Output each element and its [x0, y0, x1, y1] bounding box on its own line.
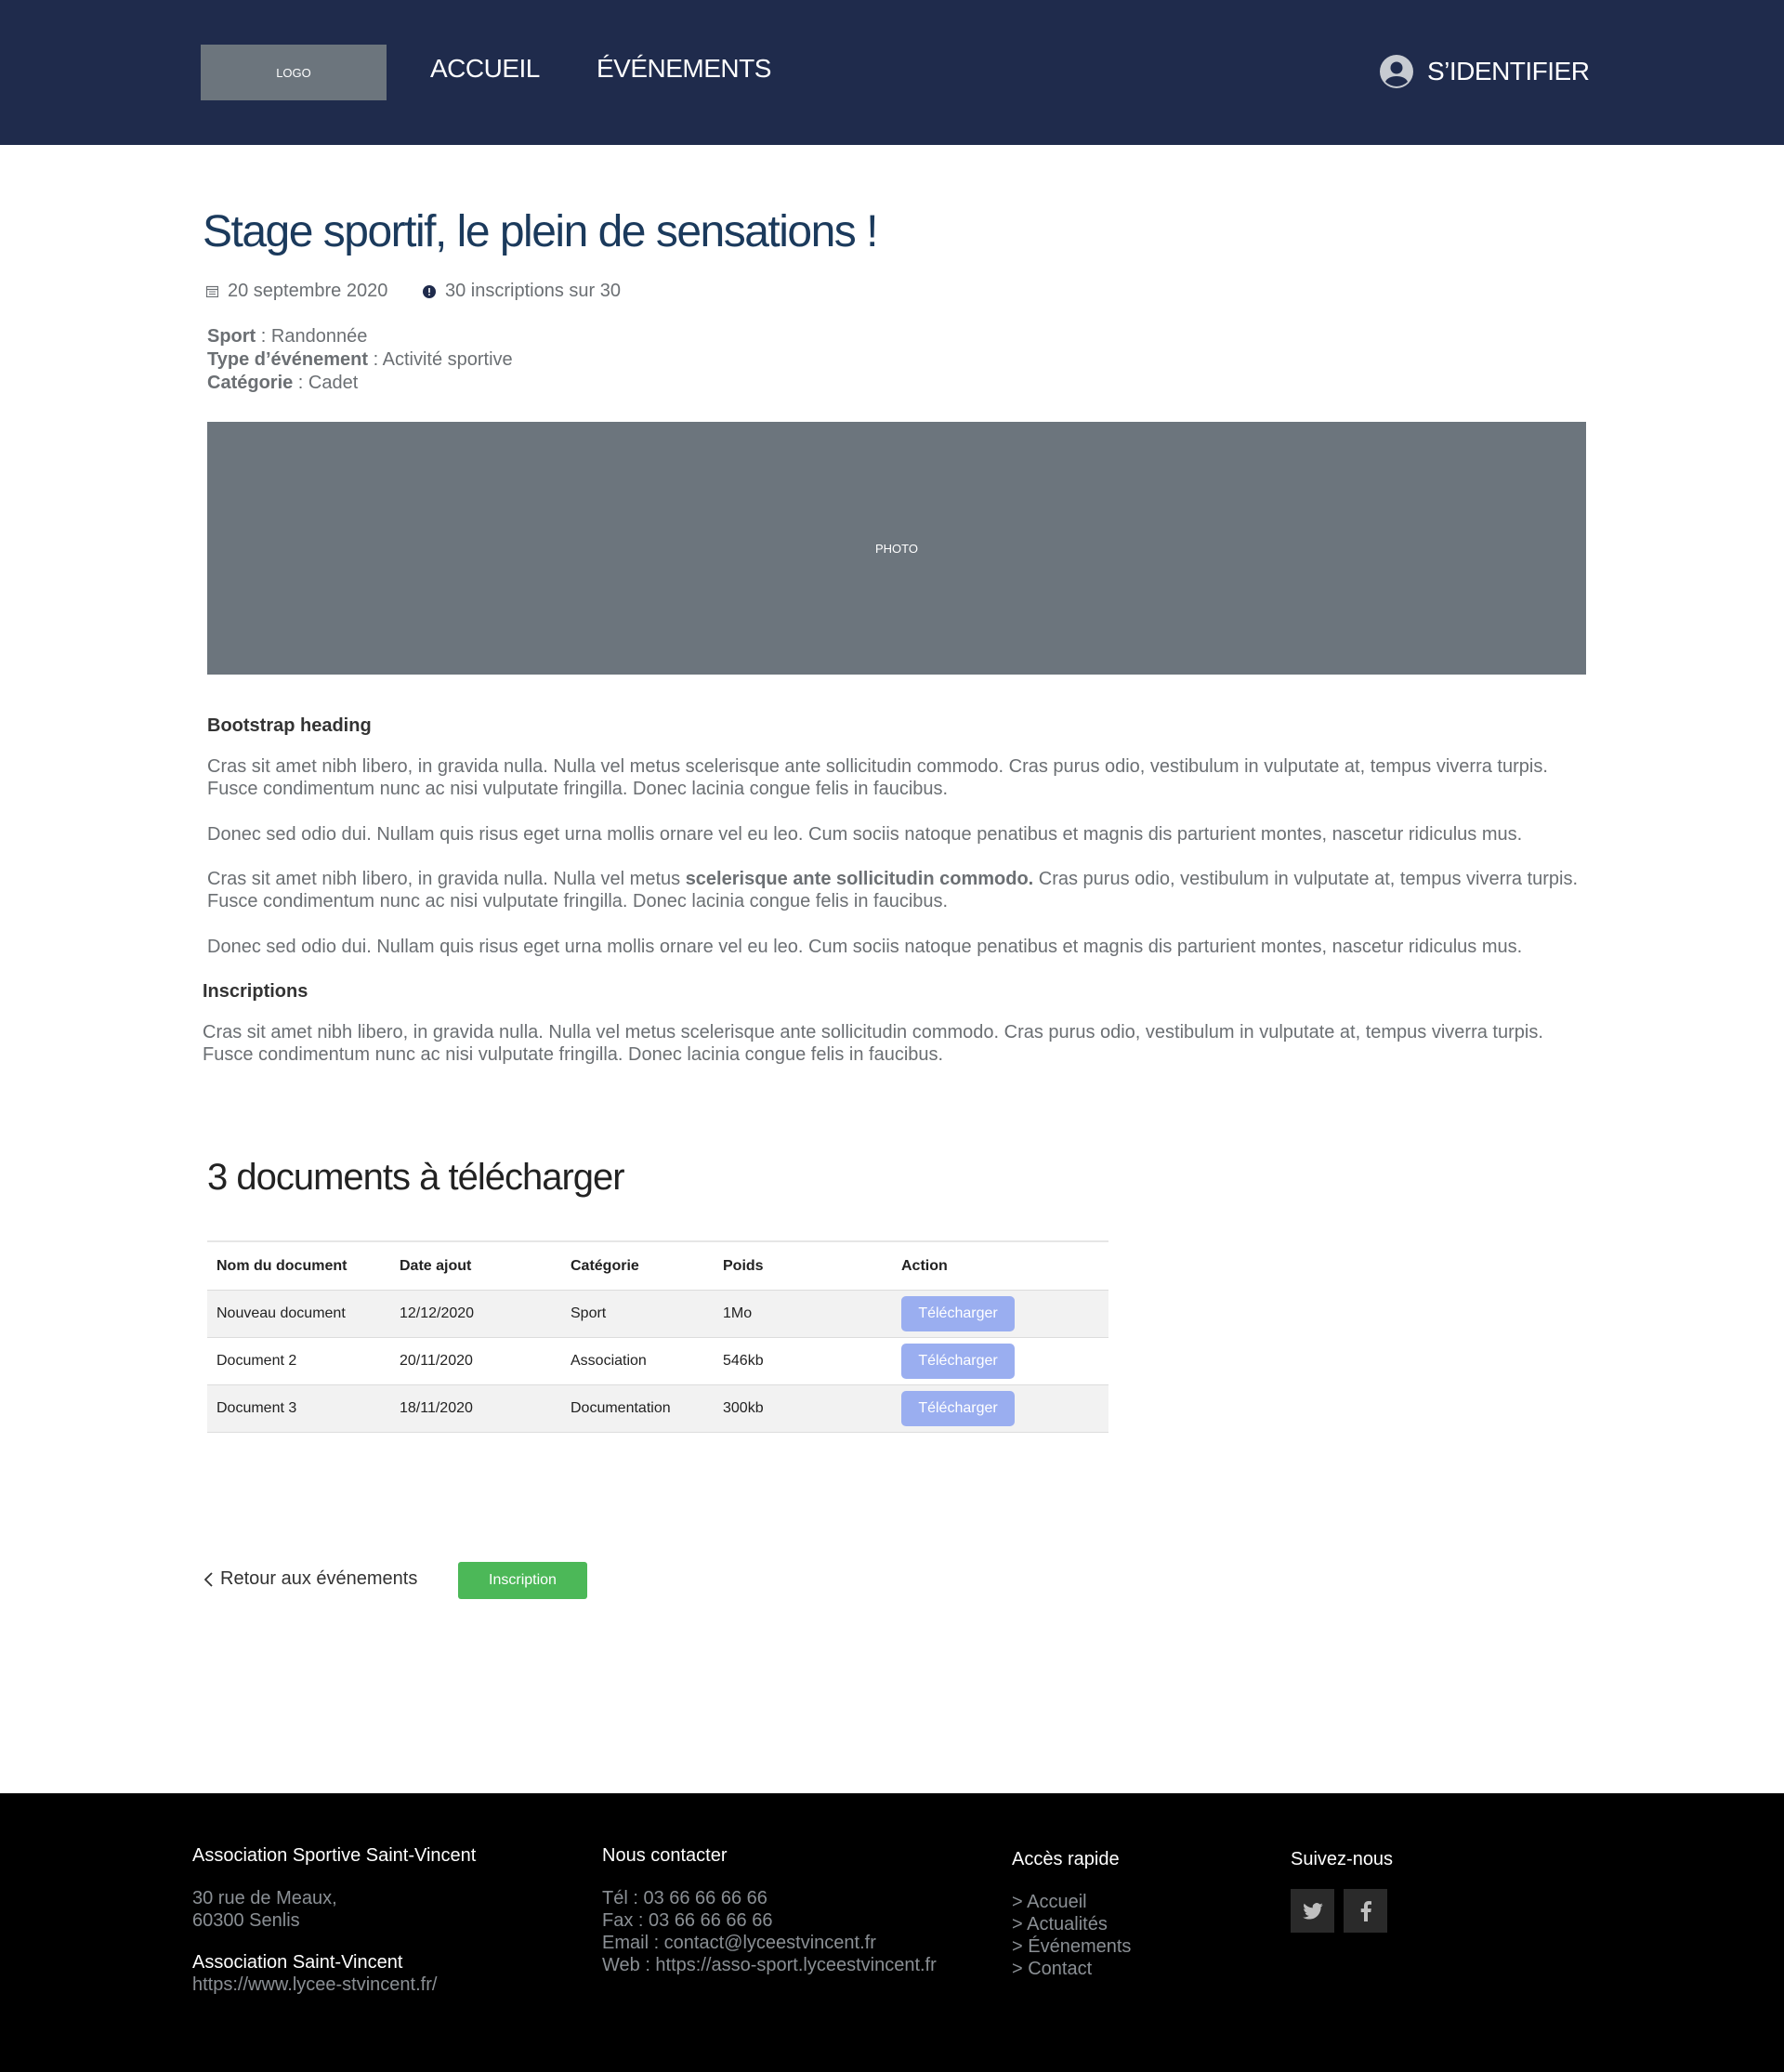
paragraph-5: Cras sit amet nibh libero, in gravida nu… — [203, 1022, 1543, 1065]
login-label: S’IDENTIFIER — [1427, 57, 1590, 85]
paragraph-4: Donec sed odio dui. Nullam quis risus eg… — [207, 937, 1523, 957]
col-header-category: Catégorie — [561, 1240, 714, 1291]
attr-sport-value: : Randonnée — [256, 326, 368, 347]
inscription-button[interactable]: Inscription — [458, 1562, 587, 1599]
attr-categorie: Catégorie : Cadet — [207, 372, 513, 395]
footer-contact: Nous contacter Tél : 03 66 66 66 66 Fax … — [602, 1845, 937, 1976]
attr-sport: Sport : Randonnée — [207, 325, 513, 348]
doc-date: 18/11/2020 — [390, 1384, 561, 1433]
footer-quick-title: Accès rapide — [1012, 1849, 1120, 1869]
footer-quick-access: Accès rapide > Accueil > Actualités > Év… — [1012, 1849, 1131, 1980]
doc-size: 300kb — [714, 1384, 892, 1433]
footer-link-accueil[interactable]: > Accueil — [1012, 1891, 1131, 1913]
event-attributes: Sport : Randonnée Type d’événement : Act… — [207, 325, 513, 395]
doc-date: 20/11/2020 — [390, 1337, 561, 1385]
documents-table: Nom du document Date ajout Catégorie Poi… — [207, 1240, 1108, 1433]
doc-size: 546kb — [714, 1337, 892, 1385]
twitter-button[interactable] — [1291, 1889, 1334, 1933]
site-footer: Association Sportive Saint-Vincent 30 ru… — [0, 1793, 1784, 2072]
footer-email[interactable]: Email : contact@lyceestvincent.fr — [602, 1932, 937, 1954]
footer-fax: Fax : 03 66 66 66 66 — [602, 1910, 773, 1931]
paragraph-3: Cras sit amet nibh libero, in gravida nu… — [207, 868, 1601, 912]
footer-association: Association Sportive Saint-Vincent 30 ru… — [192, 1845, 476, 1996]
paragraph-2: Donec sed odio dui. Nullam quis risus eg… — [207, 824, 1523, 845]
doc-name: Document 3 — [207, 1384, 390, 1433]
footer-tel: Tél : 03 66 66 66 66 — [602, 1888, 767, 1908]
facebook-icon — [1360, 1900, 1371, 1921]
table-row: Document 3 18/11/2020 Documentation 300k… — [207, 1384, 1108, 1433]
doc-name: Nouveau document — [207, 1290, 390, 1338]
nav-evenements[interactable]: ÉVÉNEMENTS — [597, 54, 771, 84]
calendar-icon — [206, 285, 218, 297]
nav-accueil[interactable]: ACCUEIL — [430, 54, 540, 84]
doc-date: 12/12/2020 — [390, 1290, 561, 1338]
col-header-action: Action — [892, 1240, 1108, 1291]
download-button[interactable]: Télécharger — [901, 1391, 1015, 1426]
footer-link-actualites[interactable]: > Actualités — [1012, 1913, 1131, 1935]
chevron-left-icon — [204, 1571, 213, 1587]
footer-link-evenements[interactable]: > Événements — [1012, 1935, 1131, 1958]
footer-link-contact[interactable]: > Contact — [1012, 1958, 1131, 1980]
attr-type-value: : Activité sportive — [368, 349, 513, 370]
user-circle-icon — [1380, 55, 1413, 88]
col-header-date: Date ajout — [390, 1240, 561, 1291]
attr-categorie-value: : Cadet — [293, 373, 359, 393]
content-heading: Bootstrap heading — [207, 715, 372, 736]
table-header-row: Nom du document Date ajout Catégorie Poi… — [207, 1240, 1108, 1291]
download-button[interactable]: Télécharger — [901, 1344, 1015, 1379]
col-header-name: Nom du document — [207, 1240, 390, 1291]
doc-action-cell: Télécharger — [892, 1290, 1108, 1338]
doc-name: Document 2 — [207, 1337, 390, 1385]
doc-action-cell: Télécharger — [892, 1384, 1108, 1433]
paragraph-3-bold: scelerisque ante sollicitudin commodo. — [685, 869, 1034, 889]
doc-category: Documentation — [561, 1384, 714, 1433]
footer-association-name: Association Saint-Vincent — [192, 1952, 403, 1973]
footer-association-url[interactable]: https://www.lycee-stvincent.fr/ — [192, 1974, 476, 1996]
twitter-icon — [1302, 1902, 1323, 1920]
back-link-label: Retour aux événements — [220, 1568, 418, 1589]
page-title: Stage sportif, le plein de sensations ! — [203, 207, 878, 256]
paragraph-1: Cras sit amet nibh libero, in gravida nu… — [207, 756, 1548, 799]
site-header: LOGO ACCUEIL ÉVÉNEMENTS S’IDENTIFIER — [0, 0, 1784, 145]
attr-categorie-label: Catégorie — [207, 373, 294, 393]
footer-contact-title: Nous contacter — [602, 1845, 728, 1866]
social-buttons — [1291, 1889, 1393, 1933]
facebook-button[interactable] — [1344, 1889, 1387, 1933]
event-inscriptions: 30 inscriptions sur 30 — [423, 281, 621, 302]
paragraph-3-start: Cras sit amet nibh libero, in gravida nu… — [207, 869, 686, 889]
login-button[interactable]: S’IDENTIFIER — [1379, 54, 1590, 89]
event-inscriptions-text: 30 inscriptions sur 30 — [445, 281, 621, 301]
footer-address-line2: 60300 Senlis — [192, 1910, 300, 1931]
documents-title: 3 documents à télécharger — [207, 1157, 625, 1198]
event-date-text: 20 septembre 2020 — [228, 281, 388, 301]
footer-address-line1: 30 rue de Meaux, — [192, 1888, 337, 1908]
attr-sport-label: Sport — [207, 326, 256, 347]
event-photo: PHOTO — [207, 422, 1586, 675]
info-icon — [423, 284, 436, 298]
logo[interactable]: LOGO — [201, 45, 387, 100]
footer-social: Suivez-nous — [1291, 1849, 1393, 1933]
table-row: Document 2 20/11/2020 Association 546kb … — [207, 1337, 1108, 1385]
doc-size: 1Mo — [714, 1290, 892, 1338]
footer-web[interactable]: Web : https://asso-sport.lyceestvincent.… — [602, 1954, 937, 1976]
doc-category: Sport — [561, 1290, 714, 1338]
doc-category: Association — [561, 1337, 714, 1385]
footer-association-title: Association Sportive Saint-Vincent — [192, 1845, 477, 1866]
event-date: 20 septembre 2020 — [206, 281, 387, 302]
table-row: Nouveau document 12/12/2020 Sport 1Mo Té… — [207, 1290, 1108, 1338]
col-header-size: Poids — [714, 1240, 892, 1291]
back-to-events-link[interactable]: Retour aux événements — [204, 1568, 417, 1590]
footer-social-title: Suivez-nous — [1291, 1849, 1394, 1869]
footer-links: > Accueil > Actualités > Événements > Co… — [1012, 1891, 1131, 1980]
download-button[interactable]: Télécharger — [901, 1296, 1015, 1331]
doc-action-cell: Télécharger — [892, 1337, 1108, 1385]
attr-type-label: Type d’événement — [207, 349, 369, 370]
inscriptions-heading: Inscriptions — [203, 981, 308, 1002]
attr-type: Type d’événement : Activité sportive — [207, 348, 513, 372]
